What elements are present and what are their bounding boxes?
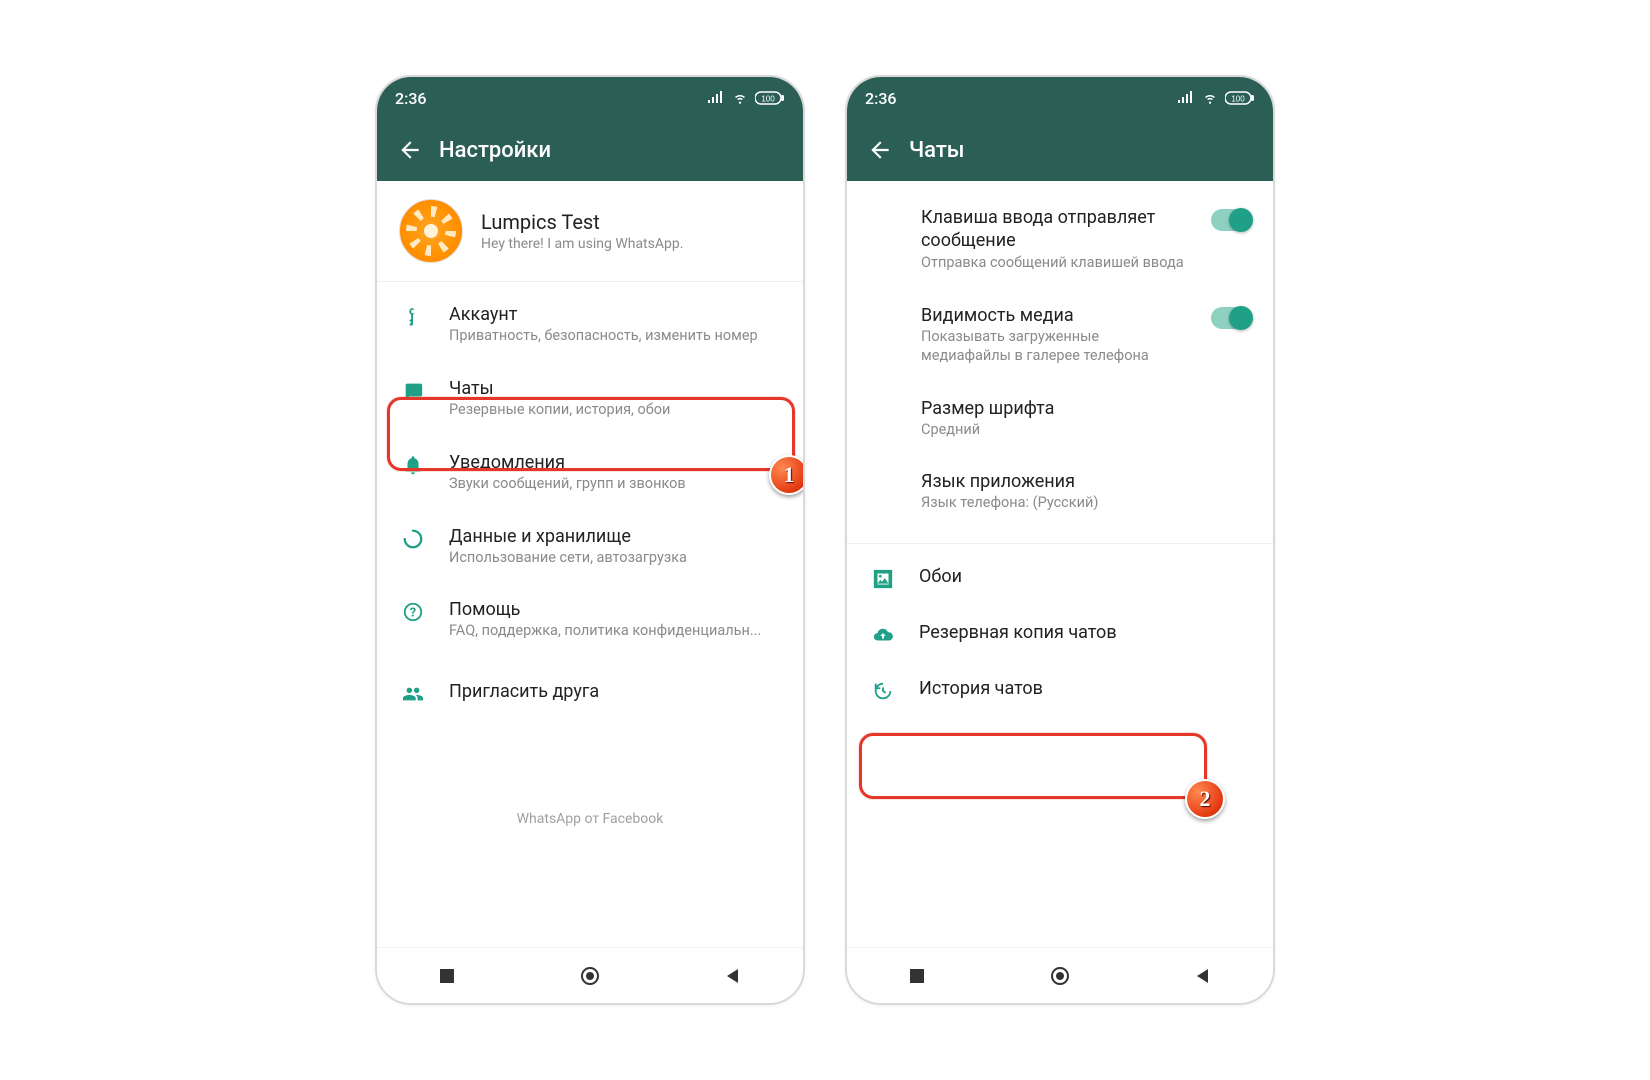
key-icon [399,306,427,328]
wallpaper-icon [869,568,897,590]
data-usage-icon [399,528,427,550]
item-sub: Приватность, безопасность, изменить номе… [449,327,781,346]
divider [847,543,1273,544]
android-navbar [847,947,1273,1003]
status-icons: 100 [1177,91,1255,105]
settings-item-chats[interactable]: Чаты Резервные копии, история, обои [377,362,803,436]
status-bar: 2:36 100 [377,77,803,119]
item-sub: Звуки сообщений, групп и звонков [449,475,781,494]
android-navbar [377,947,803,1003]
item-sub: Использование сети, автозагрузка [449,549,781,568]
settings-item-account[interactable]: Аккаунт Приватность, безопасность, измен… [377,288,803,362]
item-sub: Резервные копии, история, обои [449,401,781,420]
item-title: Помощь [449,599,781,620]
item-sub: Средний [921,421,1251,440]
svg-text:?: ? [410,606,416,621]
nav-back-button[interactable] [1193,966,1213,986]
svg-text:100: 100 [1231,95,1245,104]
status-time: 2:36 [395,89,427,108]
history-icon [869,680,897,702]
settings-content: Lumpics Test Hey there! I am using Whats… [377,181,803,947]
settings-item-help[interactable]: ? Помощь FAQ, поддержка, политика конфид… [377,583,803,657]
item-title: Уведомления [449,452,781,473]
battery-icon: 100 [1225,91,1255,105]
app-bar: Чаты [847,119,1273,181]
settings-item-data[interactable]: Данные и хранилище Использование сети, а… [377,510,803,584]
item-title: Размер шрифта [921,398,1251,419]
nav-recent-button[interactable] [907,966,927,986]
status-time: 2:36 [865,89,897,108]
bell-icon [399,454,427,476]
back-button[interactable] [857,127,903,173]
nav-back-button[interactable] [723,966,743,986]
chat-icon [399,380,427,402]
item-sub: FAQ, поддержка, политика конфиденциальн.… [449,622,781,641]
item-title: Язык приложения [921,471,1251,492]
wifi-icon [731,91,749,105]
app-bar: Настройки [377,119,803,181]
appbar-title: Чаты [909,138,965,163]
item-sub: Язык телефона: (Русский) [921,494,1251,513]
profile-row[interactable]: Lumpics Test Hey there! I am using Whats… [377,181,803,282]
profile-text: Lumpics Test Hey there! I am using Whats… [481,210,683,252]
chats-item-enter-key[interactable]: Клавиша ввода отправляет сообщение Отпра… [847,191,1273,289]
settings-item-invite[interactable]: Пригласить друга [377,657,803,721]
chats-content: Клавиша ввода отправляет сообщение Отпра… [847,181,1273,947]
step-badge-2: 2 [1185,779,1225,819]
toggle-enter-send[interactable] [1211,209,1251,231]
item-title: История чатов [919,678,1251,699]
item-title: Данные и хранилище [449,526,781,547]
cloud-upload-icon [869,624,897,646]
item-title: Аккаунт [449,304,781,325]
item-title: Обои [919,566,1251,587]
profile-name: Lumpics Test [481,210,683,234]
status-icons: 100 [707,91,785,105]
back-button[interactable] [387,127,433,173]
nav-home-button[interactable] [578,964,602,988]
phone-chats: 2:36 100 Чаты Клавиша ввода отправляет с… [845,75,1275,1005]
item-title: Чаты [449,378,781,399]
avatar [399,199,463,263]
help-icon: ? [399,601,427,623]
nav-recent-button[interactable] [437,966,457,986]
people-icon [399,683,427,705]
chats-item-media-visibility[interactable]: Видимость медиа Показывать загруженные м… [847,289,1273,382]
status-bar: 2:36 100 [847,77,1273,119]
item-sub: Отправка сообщений клавишей ввода [921,254,1189,273]
battery-icon: 100 [755,91,785,105]
item-title: Видимость медиа [921,305,1189,326]
chats-item-history[interactable]: История чатов [847,662,1273,718]
nav-home-button[interactable] [1048,964,1072,988]
chats-item-backup[interactable]: Резервная копия чатов [847,606,1273,662]
chats-item-app-language[interactable]: Язык приложения Язык телефона: (Русский) [847,455,1273,529]
phone-settings: 2:36 100 Настройки Lumpics Test Hey ther… [375,75,805,1005]
profile-status: Hey there! I am using WhatsApp. [481,236,683,252]
appbar-title: Настройки [439,138,551,163]
signal-icon [707,91,725,105]
item-title: Резервная копия чатов [919,622,1251,643]
arrow-left-icon [867,137,893,163]
wifi-icon [1201,91,1219,105]
item-sub: Показывать загруженные медиафайлы в гале… [921,328,1189,366]
chats-item-font-size[interactable]: Размер шрифта Средний [847,382,1273,456]
settings-item-notifications[interactable]: Уведомления Звуки сообщений, групп и зво… [377,436,803,510]
step-badge-1: 1 [769,455,805,495]
footer-branding: WhatsApp от Facebook [377,811,803,827]
toggle-media-visibility[interactable] [1211,307,1251,329]
chats-item-wallpaper[interactable]: Обои [847,550,1273,606]
arrow-left-icon [397,137,423,163]
signal-icon [1177,91,1195,105]
item-title: Клавиша ввода отправляет сообщение [921,207,1189,252]
svg-text:100: 100 [761,95,775,104]
settings-list: Аккаунт Приватность, безопасность, измен… [377,282,803,833]
item-title: Пригласить друга [449,681,781,702]
